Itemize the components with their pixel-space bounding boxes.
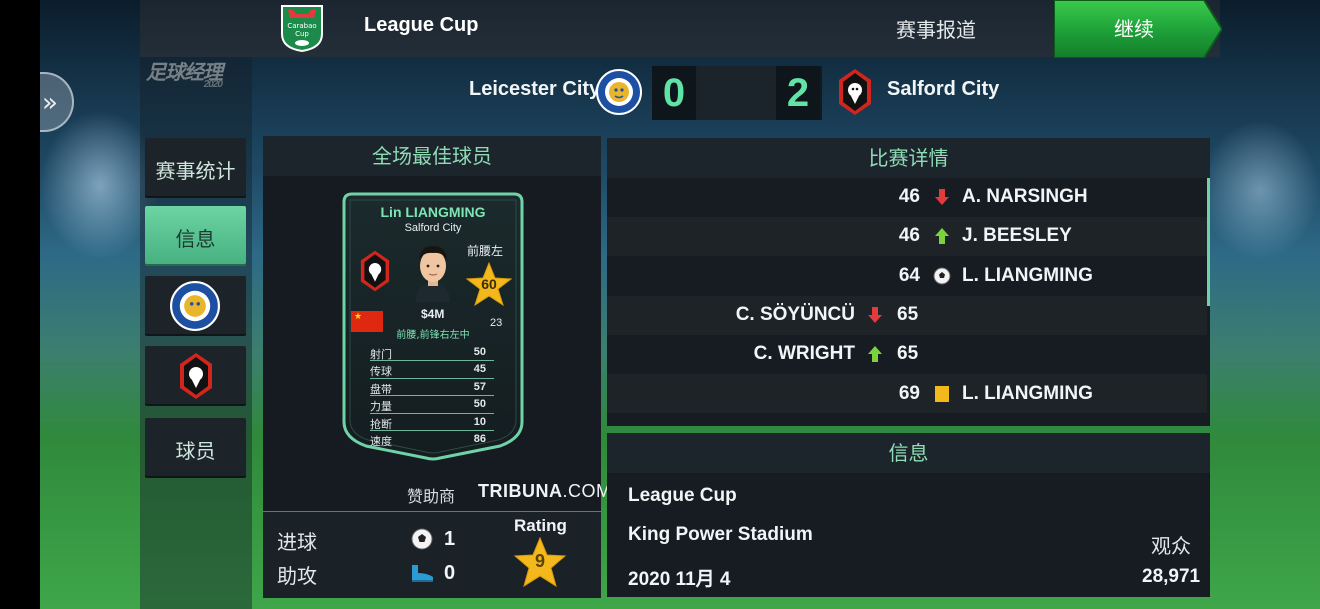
leicester-crest-icon [170,281,220,331]
player-portrait [416,246,450,302]
attribute-value: 86 [473,432,486,445]
sponsor-name: TRIBUNA [478,481,563,501]
event-row: C. SÖYÜNCÜ 65 [607,296,1207,335]
football-icon [411,528,433,550]
substitution-off-icon [868,307,882,323]
attribute-value: 50 [473,398,486,411]
player-ability-rating: 60 [481,276,497,292]
match-rating-value: 9 [534,551,545,571]
chevron-right-icon: » [42,88,58,118]
leicester-crest-icon [596,69,642,115]
info-competition: League Cup [628,485,737,506]
sponsor-label: 赞助商 [407,487,456,506]
floodlight-right [1200,120,1320,260]
attribute-name: 力量 [370,400,392,414]
event-player: L. LIANGMING [962,383,1093,404]
substitution-on-icon [935,228,949,244]
sponsor-logo[interactable]: TRIBUNA.COM [478,481,612,502]
boot-icon [412,565,433,582]
event-minute: 65 [897,343,919,364]
screen-edge [0,0,40,609]
game-screen: » Carabao Cup League Cup 赛事报道 继续 足球经理 20… [0,0,1320,609]
sidebar-item-players[interactable]: 球员 [145,418,246,478]
attribute-row: 速度 86 [370,431,494,448]
event-player: C. WRIGHT [753,343,855,364]
attribute-value: 57 [473,380,486,393]
goals-label: 进球 [277,530,317,554]
sidebar-item-away-team[interactable] [145,346,246,406]
attribute-name: 抢断 [370,417,392,431]
player-position: 前腰左 [467,244,504,258]
event-player: C. SÖYÜNCÜ [735,304,855,325]
event-player: A. NARSINGH [962,186,1088,207]
salford-crest-icon [839,69,871,115]
continue-button[interactable]: 继续 [1054,0,1222,58]
event-row: 46 A. NARSINGH [607,178,1207,217]
salford-crest-icon [360,250,390,292]
player-value: $4M [421,307,445,321]
attribute-name: 射门 [370,348,392,361]
player-attributes: 射门 50 传球 45 盘带 57 力量 50 抢断 10 速度 86 [370,344,494,448]
event-row: C. WRIGHT 65 [607,335,1207,374]
goal-icon [933,267,951,285]
attribute-value: 10 [473,415,486,428]
sidebar-item-info[interactable]: 信息 [145,206,246,266]
event-minute: 64 [898,265,920,286]
event-row: 69 L. LIANGMING [607,374,1207,413]
attribute-row: 射门 50 [370,344,494,362]
yellow-card-icon [935,386,949,402]
event-minute: 46 [898,186,920,207]
event-list-scrollbar[interactable] [1207,178,1210,306]
svg-text:Cup: Cup [295,30,309,38]
info-stadium: King Power Stadium [628,524,813,545]
assists-label: 助攻 [277,564,317,588]
continue-label: 继续 [1114,17,1154,41]
attribute-row: 盘带 57 [370,379,494,397]
sidebar-item-label: 信息 [175,227,216,251]
attribute-row: 抢断 10 [370,414,494,431]
event-row: 64 L. LIANGMING [607,256,1207,295]
sponsor-tld: .COM [562,481,612,501]
home-team-name: Leicester City [469,78,601,100]
attendance-value: 28,971 [1142,566,1201,587]
sidebar-item-home-team[interactable] [145,276,246,336]
competition-title: League Cup [364,14,479,36]
event-row: 46 J. BEESLEY [607,217,1207,256]
player-roles: 前腰,前锋右左中 [396,330,470,341]
assists-value: 0 [444,562,456,584]
event-player: L. LIANGMING [962,265,1093,286]
league-cup-logo: Carabao Cup [281,5,323,52]
home-score: 0 [652,66,696,120]
goals-value: 1 [444,528,456,550]
event-minute: 65 [897,304,919,325]
attribute-row: 传球 45 [370,361,494,379]
player-of-match-title: 全场最佳球员 [263,136,601,176]
substitution-off-icon [935,189,949,205]
sidebar-item-label: 赛事统计 [155,159,236,183]
match-rating-label: Rating [514,516,567,535]
attribute-row: 力量 50 [370,396,494,414]
player-club: Salford City [404,222,462,234]
substitution-on-icon [868,346,882,362]
attribute-name: 盘带 [370,382,392,396]
match-report-link[interactable]: 赛事报道 [896,14,976,43]
away-team-name: Salford City [887,78,1000,100]
sidebar-item-match-stats[interactable]: 赛事统计 [145,138,246,198]
attendance-label: 观众 [1151,534,1191,558]
info-date: 2020 11月 4 [628,569,731,590]
player-name: Lin LIANGMING [380,204,486,220]
attribute-value: 45 [473,363,486,376]
attribute-value: 50 [473,346,486,358]
salford-crest-icon [180,353,212,399]
sidebar-item-label: 球员 [175,439,216,463]
attribute-name: 传球 [370,365,392,379]
event-player: J. BEESLEY [962,225,1072,246]
svg-text:Carabao: Carabao [287,22,316,30]
match-info-title: 信息 [607,433,1210,473]
event-minute: 69 [898,383,920,404]
event-minute: 46 [898,225,920,246]
match-details-title: 比赛详情 [607,138,1210,178]
attribute-name: 速度 [370,434,392,448]
away-score: 2 [776,66,820,120]
